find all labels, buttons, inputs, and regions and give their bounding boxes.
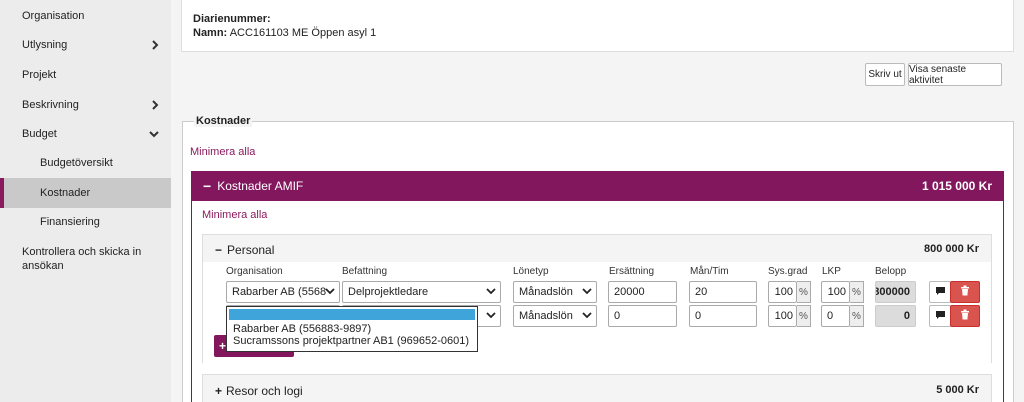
- latest-activity-button[interactable]: Visa senaste aktivitet: [908, 63, 1002, 86]
- amif-minimize-all-link[interactable]: Minimera alla: [202, 209, 267, 221]
- lkp-input[interactable]: 0: [821, 305, 850, 327]
- lonetyp-select[interactable]: Månadslön: [513, 281, 597, 303]
- resor-total: 5 000 Kr: [936, 384, 979, 396]
- resor-panel-header: + Resor och logi: [215, 384, 303, 398]
- minus-icon: −: [203, 178, 212, 194]
- application-name: ACC161103 ME Öppen asyl 1: [229, 27, 377, 39]
- ersattning-input[interactable]: 0: [608, 305, 677, 327]
- chevron-down-icon: [486, 286, 496, 298]
- sidebar-item-label: Budgetöversikt: [40, 157, 113, 169]
- lonetyp-value: Månadslön: [519, 286, 573, 298]
- amif-panel-header[interactable]: − Kostnader AMIF 1 015 000 Kr: [191, 171, 1004, 201]
- plus-icon: +: [219, 339, 227, 353]
- belopp-value: 800000: [875, 281, 916, 303]
- column-header: Befattning: [342, 266, 388, 277]
- sidebar-item-beskrivning[interactable]: Beskrivning: [0, 90, 171, 120]
- personal-panel-header[interactable]: − Personal: [215, 243, 274, 257]
- sidebar-item-label: Budget: [22, 128, 57, 140]
- name-label: Namn:: [193, 27, 228, 39]
- column-header: Belopp: [875, 266, 907, 277]
- percent-unit: %: [797, 305, 811, 327]
- chevron-down-icon: [486, 310, 496, 322]
- amif-total: 1 015 000 Kr: [921, 179, 992, 193]
- sysgrad-input[interactable]: 100: [768, 281, 797, 303]
- column-header: Sys.grad: [768, 266, 808, 277]
- sidebar-item-finansiering[interactable]: Finansiering: [0, 207, 171, 237]
- percent-unit: %: [850, 305, 864, 327]
- sidebar-item-projekt[interactable]: Projekt: [0, 60, 171, 90]
- section-title: Kostnader: [194, 115, 253, 127]
- sidebar-item-budgetoversikt[interactable]: Budgetöversikt: [0, 148, 171, 178]
- sidebar-item-budget[interactable]: Budget: [0, 119, 171, 149]
- chevron-down-icon: [582, 310, 592, 322]
- belopp-value: 0: [875, 305, 916, 327]
- personal-title: Personal: [227, 243, 275, 257]
- column-header: Mån/Tim: [690, 266, 729, 277]
- percent-unit: %: [850, 281, 864, 303]
- man-tim-input[interactable]: 20: [689, 281, 757, 303]
- column-header: Ersättning: [609, 266, 655, 277]
- organisation-dropdown-list: Rabarber AB (556883-9897) Sucramssons pr…: [226, 306, 478, 352]
- trash-icon: [960, 309, 970, 323]
- diarie-label: Diarienummer:: [193, 13, 271, 25]
- organisation-value: Rabarber AB (5568: [232, 286, 327, 298]
- dropdown-option-empty[interactable]: [229, 309, 475, 320]
- sidebar-item-label: Utlysning: [22, 39, 68, 51]
- resor-title: Resor och logi: [226, 384, 303, 398]
- chevron-right-icon: [151, 100, 159, 110]
- befattning-value: Delprojektledare: [348, 286, 429, 298]
- chevron-down-icon: [582, 286, 592, 298]
- comment-icon: [935, 286, 946, 299]
- lonetyp-value: Månadslön: [519, 310, 573, 322]
- befattning-select[interactable]: Delprojektledare: [342, 281, 501, 303]
- column-header: Lönetyp: [513, 266, 549, 277]
- sidebar-nav: Organisation Utlysning Projekt Beskrivni…: [0, 0, 171, 402]
- delete-button[interactable]: [950, 305, 980, 327]
- comment-button[interactable]: [929, 281, 951, 303]
- column-header: Organisation: [226, 266, 283, 277]
- comment-icon: [935, 310, 946, 323]
- sidebar-item-kontrollera[interactable]: Kontrollera och skicka in ansökan: [0, 245, 150, 275]
- plus-icon: +: [215, 384, 223, 398]
- lkp-input[interactable]: 100: [821, 281, 850, 303]
- sidebar-item-kostnader[interactable]: Kostnader: [0, 178, 171, 208]
- minus-icon: −: [215, 243, 223, 257]
- sysgrad-input[interactable]: 100: [768, 305, 797, 327]
- sidebar-item-organisation[interactable]: Organisation: [0, 1, 171, 31]
- comment-button[interactable]: [929, 305, 951, 327]
- print-button[interactable]: Skriv ut: [865, 63, 905, 86]
- chevron-down-icon: [149, 130, 159, 138]
- percent-unit: %: [797, 281, 811, 303]
- trash-icon: [960, 285, 970, 299]
- sidebar-item-label: Projekt: [22, 69, 57, 81]
- resor-panel[interactable]: + Resor och logi 5 000 Kr: [202, 374, 992, 402]
- sidebar-item-label: Kontrollera och skicka in ansökan: [22, 246, 142, 272]
- chevron-down-icon: [325, 286, 335, 298]
- amif-title: Kostnader AMIF: [217, 179, 304, 193]
- sidebar-item-label: Beskrivning: [22, 99, 79, 111]
- delete-button[interactable]: [950, 281, 980, 303]
- sidebar-item-label: Kostnader: [40, 187, 91, 199]
- dropdown-option[interactable]: Sucramssons projektpartner AB1 (969652-0…: [233, 335, 469, 347]
- sidebar-item-utlysning[interactable]: Utlysning: [0, 30, 171, 60]
- application-header: Diarienummer: Namn: ACC161103 ME Öppen a…: [181, 0, 1014, 52]
- column-header: LKP: [822, 266, 841, 277]
- organisation-select[interactable]: Rabarber AB (5568: [226, 281, 340, 303]
- chevron-right-icon: [151, 40, 159, 50]
- ersattning-input[interactable]: 20000: [608, 281, 677, 303]
- sidebar-item-label: Finansiering: [40, 216, 100, 228]
- minimize-all-link[interactable]: Minimera alla: [190, 146, 255, 158]
- dropdown-option[interactable]: Rabarber AB (556883-9897): [233, 323, 371, 335]
- man-tim-input[interactable]: 0: [689, 305, 757, 327]
- lonetyp-select[interactable]: Månadslön: [513, 305, 597, 327]
- sidebar-item-label: Organisation: [22, 10, 85, 22]
- personal-total: 800 000 Kr: [923, 243, 979, 255]
